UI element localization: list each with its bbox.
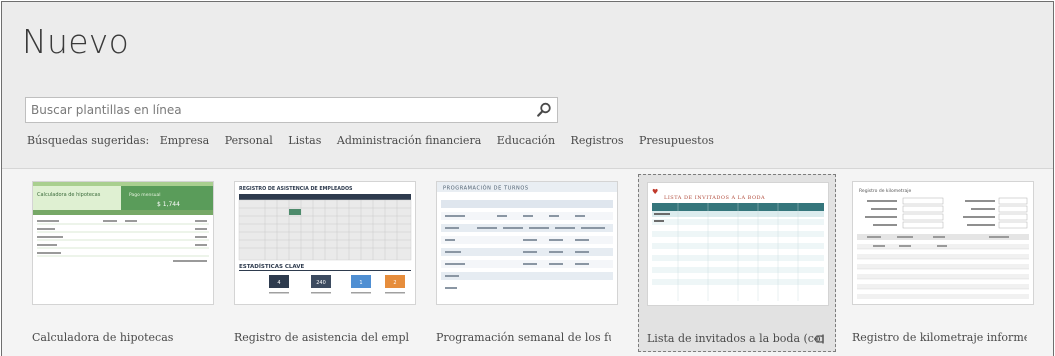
thumb-stats-title: ESTADÍSTICAS CLAVE (239, 262, 305, 270)
template-tile-mortgage[interactable]: Calculadora de hipotecas Pago mensual $ … (24, 174, 222, 352)
template-caption: Programación semanal de los fu... (436, 331, 611, 344)
thumb-stat: 240 (316, 280, 326, 286)
template-caption: Calculadora de hipotecas (32, 331, 174, 344)
thumb-heading: Registro de kilometraje (859, 188, 912, 194)
thumb-stat: 4 (277, 280, 280, 286)
template-thumbnail: REGISTRO DE ASISTENCIA DE EMPLEADOS ESTA… (234, 181, 416, 305)
template-tile-attendance[interactable]: REGISTRO DE ASISTENCIA DE EMPLEADOS ESTA… (226, 174, 424, 352)
suggested-search-listas[interactable]: Listas (288, 134, 321, 147)
template-caption: Registro de kilometraje informe... (852, 331, 1027, 344)
thumb-sub: Pago mensual (129, 192, 161, 198)
suggested-search-administracion-financiera[interactable]: Administración financiera (337, 134, 481, 147)
search-box[interactable] (25, 97, 558, 123)
page-title: Nuevo (22, 22, 130, 61)
template-tile-shift-schedule[interactable]: PROGRAMACIÓN DE TURNOS Programación sema… (428, 174, 626, 352)
template-thumbnail: Registro de kilometraje (852, 181, 1034, 305)
template-gallery: Calculadora de hipotecas Pago mensual $ … (2, 168, 1053, 356)
suggested-search-registros[interactable]: Registros (571, 134, 624, 147)
thumb-stat: 2 (393, 280, 396, 286)
thumb-amount: $ 1,744 (157, 201, 180, 208)
template-tile-mileage-log[interactable]: Registro de kilometraje Registro de kilo… (844, 174, 1042, 352)
thumb-heading: REGISTRO DE ASISTENCIA DE EMPLEADOS (239, 186, 353, 192)
new-document-panel: Nuevo Búsquedas sugeridas: Empresa Perso… (1, 1, 1054, 356)
thumb-stat: 1 (359, 280, 362, 286)
template-thumbnail: PROGRAMACIÓN DE TURNOS (436, 181, 618, 305)
suggested-searches: Búsquedas sugeridas: Empresa Personal Li… (27, 134, 726, 147)
thumb-heading: Calculadora de hipotecas (37, 192, 101, 198)
template-tile-wedding-guest-list[interactable]: ♥ LISTA DE INVITADOS A LA BODA Lista de … (638, 174, 836, 352)
search-icon[interactable] (535, 101, 553, 119)
header-area: Nuevo Búsquedas sugeridas: Empresa Perso… (2, 2, 1053, 168)
suggested-searches-label: Búsquedas sugeridas: (27, 134, 150, 147)
heart-icon: ♥ (652, 188, 658, 196)
pin-icon[interactable] (813, 331, 827, 345)
template-thumbnail: ♥ LISTA DE INVITADOS A LA BODA (647, 182, 829, 306)
thumb-heading: LISTA DE INVITADOS A LA BODA (664, 195, 765, 201)
template-caption: Lista de invitados a la boda (con... (647, 332, 822, 345)
template-caption: Registro de asistencia del emple... (234, 331, 409, 344)
template-thumbnail: Calculadora de hipotecas Pago mensual $ … (32, 181, 214, 305)
suggested-search-personal[interactable]: Personal (225, 134, 273, 147)
suggested-search-presupuestos[interactable]: Presupuestos (639, 134, 714, 147)
search-input[interactable] (26, 98, 526, 122)
thumb-heading: PROGRAMACIÓN DE TURNOS (443, 185, 529, 192)
suggested-search-empresa[interactable]: Empresa (160, 134, 209, 147)
suggested-search-educacion[interactable]: Educación (497, 134, 555, 147)
